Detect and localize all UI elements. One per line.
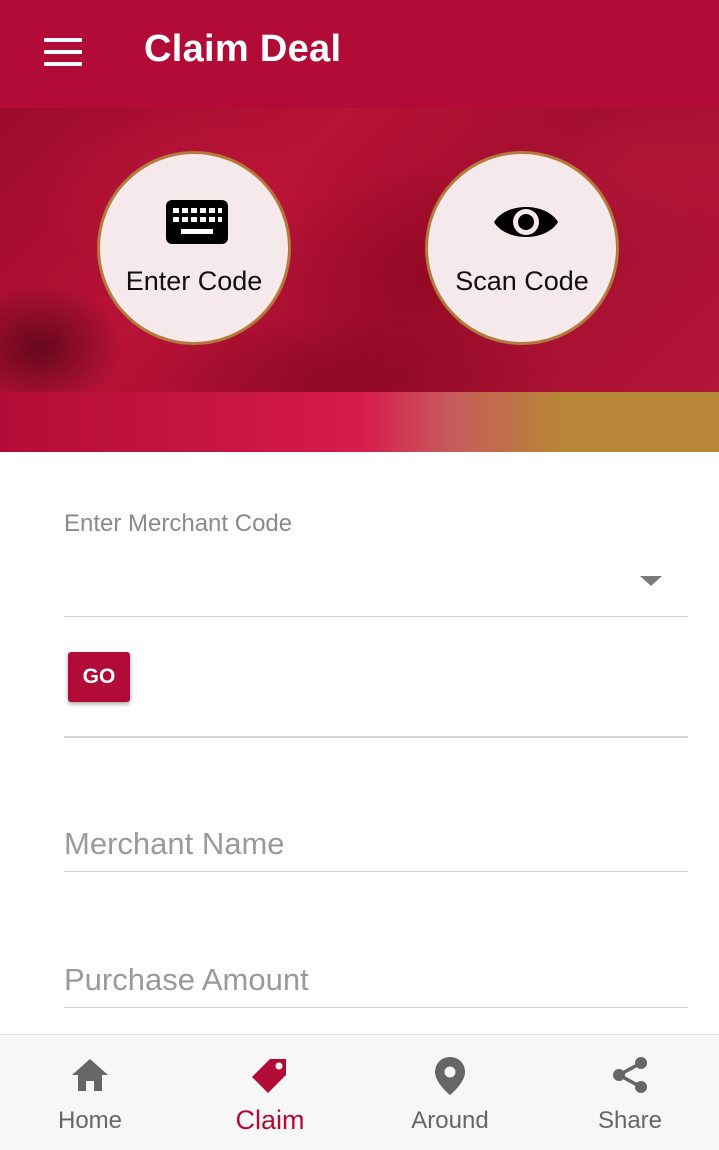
scan-code-button[interactable]: Scan Code [425, 151, 619, 345]
decorative-gradient-strip [0, 392, 719, 452]
eye-icon [492, 198, 560, 246]
nav-label-around: Around [411, 1107, 489, 1134]
nav-label-share: Share [597, 1107, 663, 1134]
dropdown-arrow-icon [640, 576, 662, 586]
app-bar: Claim Deal [0, 0, 719, 108]
nav-item-home[interactable]: Home [0, 1035, 180, 1149]
bottom-navigation: Home Claim Around Share [0, 1034, 719, 1150]
share-icon [610, 1055, 650, 1095]
merchant-name-field[interactable] [64, 816, 688, 872]
divider [64, 736, 688, 738]
nav-label-claim: Claim [235, 1105, 305, 1135]
nav-item-around[interactable]: Around [360, 1035, 540, 1149]
enter-code-label: Enter Code [125, 266, 263, 296]
hero-banner: Enter Code Scan Code [0, 108, 719, 392]
nav-label-home: Home [57, 1107, 123, 1134]
scan-code-label: Scan Code [455, 266, 589, 296]
merchant-code-dropdown[interactable] [64, 546, 688, 617]
home-icon [70, 1055, 110, 1095]
enter-code-button[interactable]: Enter Code [97, 151, 291, 345]
nav-item-share[interactable]: Share [540, 1035, 719, 1149]
purchase-amount-field[interactable] [64, 952, 688, 1008]
merchant-code-label: Enter Merchant Code [64, 510, 293, 537]
location-pin-icon [430, 1055, 470, 1095]
page-title: Claim Deal [144, 28, 342, 70]
tag-icon [250, 1055, 290, 1095]
claim-deal-screen: Claim Deal Enter Code Scan Code Enter Me… [0, 0, 719, 1150]
go-button[interactable]: GO [68, 652, 130, 702]
menu-icon[interactable] [34, 26, 94, 78]
nav-item-claim[interactable]: Claim [180, 1035, 360, 1149]
keyboard-icon [166, 200, 228, 244]
